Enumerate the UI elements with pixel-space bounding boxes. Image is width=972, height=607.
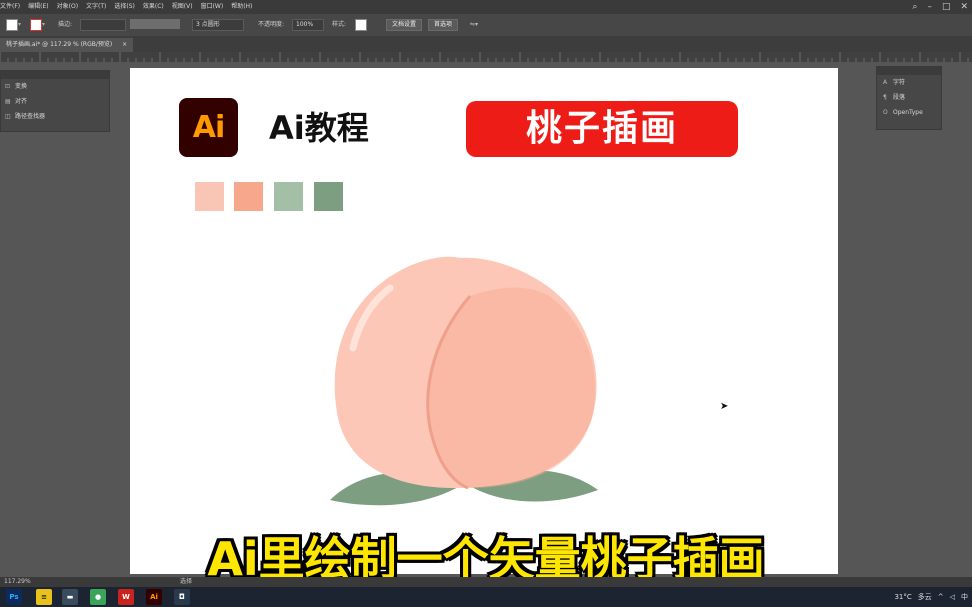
chevron-up-icon[interactable]: ^ bbox=[938, 593, 944, 601]
system-tray: 31°C 多云 ^ ◁ 中 bbox=[894, 587, 968, 607]
camera-icon[interactable]: ◘ bbox=[174, 589, 190, 605]
style-swatch[interactable] bbox=[355, 19, 367, 31]
preferences-button[interactable]: 首选项 bbox=[428, 19, 459, 31]
zoom-level[interactable]: 117.29% bbox=[4, 577, 31, 587]
brush-dropdown[interactable]: 3 点圆形 bbox=[192, 19, 244, 31]
stroke-label: 描边: bbox=[58, 21, 73, 28]
style-label: 样式: bbox=[332, 21, 347, 28]
stroke-swatch[interactable] bbox=[30, 19, 42, 31]
color-chip bbox=[314, 182, 343, 211]
align-icon: ▤ bbox=[5, 98, 11, 105]
transform-icon: ⊡ bbox=[5, 83, 11, 90]
artboard[interactable]: Ai Ai教程 桃子插画 ➤ bbox=[130, 68, 838, 574]
file-explorer-icon[interactable]: ▬ bbox=[62, 589, 78, 605]
window-controls: ⌕ – □ ✕ bbox=[912, 0, 968, 14]
panel-item-label: 段落 bbox=[893, 94, 906, 101]
menu-item[interactable]: 效果(C) bbox=[143, 0, 164, 14]
arrange-icon[interactable]: ⇋▾ bbox=[470, 19, 478, 31]
wps-icon[interactable]: W bbox=[118, 589, 134, 605]
right-panel: A 字符 ¶ 段落 O OpenType bbox=[876, 66, 942, 130]
panel-item-pathfinder[interactable]: ◫ 路径查找器 bbox=[1, 109, 109, 124]
illustrator-logo: Ai bbox=[179, 98, 238, 157]
current-tool: 选择 bbox=[180, 578, 193, 585]
opacity-label: 不透明度: bbox=[258, 21, 285, 28]
illustrator-icon[interactable]: Ai bbox=[146, 589, 162, 605]
panel-item-label: 对齐 bbox=[15, 98, 28, 105]
close-tab-icon[interactable]: × bbox=[122, 41, 127, 48]
document-tab[interactable]: 桃子插画.ai* @ 117.29 % (RGB/预览) × bbox=[0, 38, 134, 52]
ime-indicator[interactable]: 中 bbox=[961, 592, 968, 602]
panel-item-opentype[interactable]: O OpenType bbox=[877, 105, 941, 120]
maximize-icon[interactable]: □ bbox=[942, 0, 951, 14]
peach-illustration bbox=[330, 256, 598, 506]
status-bar: 117.29% 选择 bbox=[0, 577, 972, 587]
panel-item-label: 变换 bbox=[15, 83, 28, 90]
panel-item-transform[interactable]: ⊡ 变换 bbox=[1, 79, 109, 94]
volume-icon[interactable]: ◁ bbox=[950, 593, 955, 601]
chevron-down-icon[interactable]: ▾ bbox=[42, 19, 45, 31]
fill-swatch[interactable] bbox=[6, 19, 18, 31]
control-bar: ▾ ▾ 描边: 3 点圆形 不透明度: 100% 样式: 文档设置 首选项 ⇋▾ bbox=[0, 14, 972, 36]
notes-icon[interactable]: ≡ bbox=[36, 589, 52, 605]
pathfinder-icon: ◫ bbox=[5, 113, 11, 120]
variable-width-profile[interactable] bbox=[130, 19, 180, 29]
color-chip bbox=[234, 182, 263, 211]
panel-item-character[interactable]: A 字符 bbox=[877, 75, 941, 90]
panel-item-align[interactable]: ▤ 对齐 bbox=[1, 94, 109, 109]
left-panel: ⊡ 变换 ▤ 对齐 ◫ 路径查找器 bbox=[0, 70, 110, 132]
menu-item[interactable]: 视图(V) bbox=[172, 0, 193, 14]
stroke-weight-field[interactable] bbox=[80, 19, 126, 31]
menu-item[interactable]: 帮助(H) bbox=[231, 0, 252, 14]
opacity-field[interactable]: 100% bbox=[292, 19, 324, 31]
document-tab-label: 桃子插画.ai* @ 117.29 % (RGB/预览) bbox=[6, 41, 113, 48]
menu-item[interactable]: 选择(S) bbox=[114, 0, 135, 14]
taskbar: Ps ≡ ▬ ● W Ai ◘ 31°C 多云 ^ ◁ 中 bbox=[0, 587, 972, 607]
menu-item[interactable]: 编辑(E) bbox=[28, 0, 48, 14]
menu-item[interactable]: 对象(O) bbox=[57, 0, 78, 14]
weather-temp: 31°C bbox=[894, 593, 912, 601]
menu-item[interactable]: 窗口(W) bbox=[201, 0, 224, 14]
weather-text: 多云 bbox=[917, 593, 932, 601]
paragraph-icon: ¶ bbox=[883, 94, 887, 101]
chevron-down-icon[interactable]: ▾ bbox=[18, 19, 21, 31]
panel-header[interactable] bbox=[877, 67, 941, 75]
tutorial-title: Ai教程 bbox=[269, 109, 369, 147]
panel-item-paragraph[interactable]: ¶ 段落 bbox=[877, 90, 941, 105]
tab-bar: 桃子插画.ai* @ 117.29 % (RGB/预览) × bbox=[0, 36, 972, 52]
photoshop-icon[interactable]: Ps bbox=[6, 589, 22, 605]
color-chip bbox=[274, 182, 303, 211]
character-icon: A bbox=[883, 79, 888, 86]
panel-item-label: OpenType bbox=[893, 109, 923, 116]
cursor-icon: ➤ bbox=[720, 401, 729, 412]
panel-item-label: 字符 bbox=[893, 79, 906, 86]
search-icon[interactable]: ⌕ bbox=[912, 0, 917, 14]
ruler-ticks bbox=[0, 52, 969, 62]
menu-items: 文件(F) 编辑(E) 对象(O) 文字(T) 选择(S) 效果(C) 视图(V) 窗口(W)… bbox=[0, 0, 260, 14]
close-icon[interactable]: ✕ bbox=[960, 0, 968, 14]
minimize-icon[interactable]: – bbox=[927, 0, 932, 14]
menu-item[interactable]: 文字(T) bbox=[86, 0, 106, 14]
app-icon[interactable]: ● bbox=[90, 589, 106, 605]
menu-item[interactable]: 文件(F) bbox=[0, 0, 20, 14]
title-banner: 桃子插画 bbox=[466, 101, 738, 157]
panel-item-label: 路径查找器 bbox=[15, 113, 46, 120]
menu-bar: 文件(F) 编辑(E) 对象(O) 文字(T) 选择(S) 效果(C) 视图(V) 窗口(W)… bbox=[0, 0, 972, 14]
panel-header[interactable] bbox=[1, 71, 109, 79]
opentype-icon: O bbox=[883, 109, 888, 116]
document-setup-button[interactable]: 文档设置 bbox=[386, 19, 423, 31]
color-chip bbox=[195, 182, 224, 211]
